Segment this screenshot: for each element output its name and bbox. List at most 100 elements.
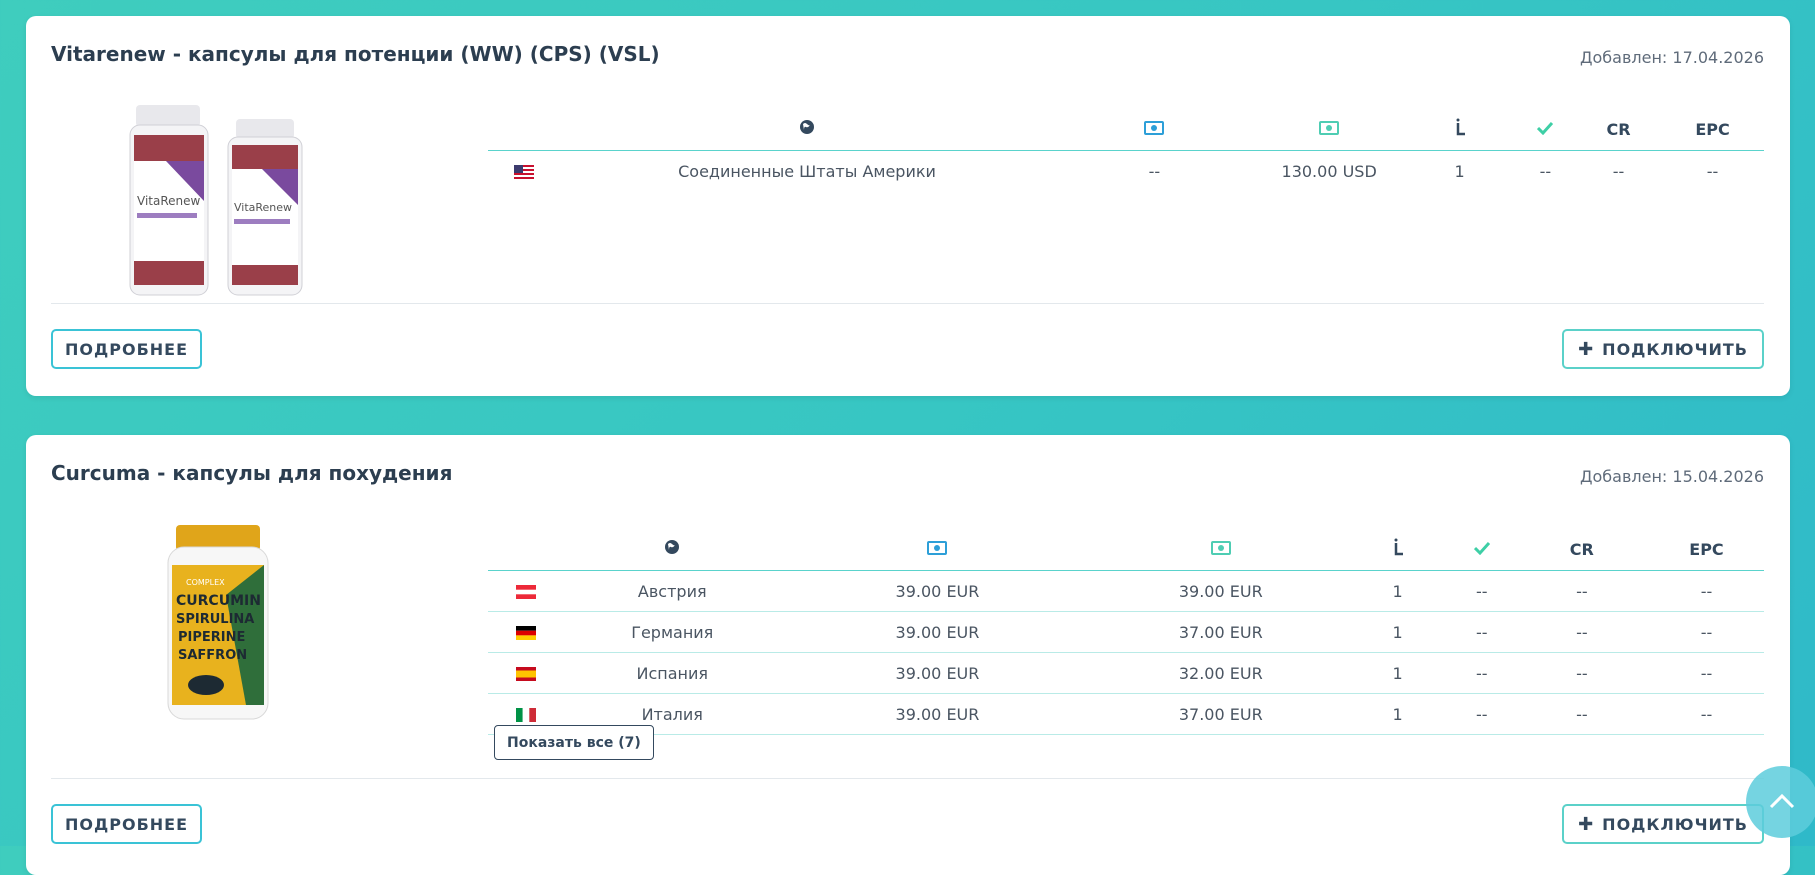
flag-cell — [488, 570, 565, 612]
chevron-up-icon — [1769, 793, 1795, 808]
country-cell: Соединенные Штаты Америки — [678, 161, 936, 181]
payout1-cell: 39.00 EUR — [779, 611, 1096, 653]
approved-header — [1448, 528, 1515, 571]
table-row: Германия 39.00 EUR 37.00 EUR 1 -- -- -- — [488, 611, 1764, 653]
table-row: Италия 39.00 EUR 37.00 EUR 1 -- -- -- — [488, 693, 1764, 735]
flag-header — [488, 528, 565, 571]
epc-cell: -- — [1648, 570, 1764, 612]
flag-it-icon — [516, 708, 537, 722]
svg-text:COMPLEX: COMPLEX — [186, 578, 225, 587]
epc-cell: -- — [1648, 652, 1764, 694]
svg-text:SAFFRON: SAFFRON — [178, 648, 247, 663]
offer-stats-table: CR EPC Австрия 39.00 EUR 39.00 EUR 1 -- … — [488, 528, 1764, 735]
payout1-cell: 39.00 EUR — [779, 693, 1096, 735]
offer-title[interactable]: Vitarenew - капсулы для потенции (WW) (C… — [51, 42, 660, 66]
payout2-cell: 39.00 EUR — [1095, 570, 1347, 612]
payout2-cell: 37.00 EUR — [1095, 611, 1347, 653]
epc-cell: -- — [1706, 161, 1719, 181]
scroll-to-top-button[interactable] — [1746, 766, 1815, 838]
globe-icon — [665, 540, 680, 554]
approved-cell: -- — [1539, 161, 1552, 181]
svg-text:VitaRenew: VitaRenew — [137, 194, 201, 208]
connect-button[interactable]: ✚ ПОДКЛЮЧИТЬ — [1562, 804, 1764, 844]
country-cell: Германия — [564, 611, 780, 653]
svg-text:VitaRenew: VitaRenew — [234, 201, 292, 214]
payout2-cell: 32.00 EUR — [1095, 652, 1347, 694]
approved-header — [1514, 108, 1577, 151]
approved-cell: -- — [1448, 693, 1515, 735]
cr-cell: -- — [1514, 570, 1649, 612]
check-icon — [1473, 541, 1490, 555]
money-icon — [1144, 120, 1165, 135]
payout1-header — [779, 528, 1096, 571]
cr-header: CR — [1576, 108, 1662, 151]
money-icon — [1319, 120, 1340, 135]
plus-icon: ✚ — [1578, 338, 1595, 360]
cr-cell: -- — [1514, 693, 1649, 735]
offer-stats-table: CR EPC Соединенные Штаты Америки -- 130.… — [488, 108, 1764, 191]
payout2-cell: 130.00 USD — [1281, 161, 1377, 181]
epc-cell: -- — [1648, 611, 1764, 653]
lead-header — [1404, 108, 1515, 151]
lead-cell: 1 — [1346, 693, 1449, 735]
cr-cell: -- — [1514, 652, 1649, 694]
money-icon — [927, 540, 948, 555]
country-cell: Испания — [564, 652, 780, 694]
connect-button[interactable]: ✚ ПОДКЛЮЧИТЬ — [1562, 329, 1764, 369]
check-icon — [1537, 121, 1554, 135]
table-row: Испания 39.00 EUR 32.00 EUR 1 -- -- -- — [488, 652, 1764, 694]
added-date: Добавлен: 17.04.2026 — [1579, 48, 1764, 67]
offer-card: Vitarenew - капсулы для потенции (WW) (C… — [26, 16, 1790, 396]
country-header — [564, 528, 780, 571]
approved-cell: -- — [1448, 570, 1515, 612]
epc-cell: -- — [1648, 693, 1764, 735]
approved-cell: -- — [1448, 611, 1515, 653]
lead-cell: 1 — [1346, 570, 1449, 612]
flag-us-icon — [513, 165, 534, 179]
flag-cell — [488, 151, 559, 192]
flag-cell — [488, 652, 565, 694]
cr-header: CR — [1514, 528, 1649, 571]
lead-cell: 1 — [1454, 161, 1465, 181]
globe-icon — [800, 120, 815, 134]
table-row: Соединенные Штаты Америки -- 130.00 USD … — [488, 151, 1764, 192]
country-header — [559, 108, 1055, 151]
payout1-cell: -- — [1148, 161, 1161, 181]
epc-header: EPC — [1648, 528, 1764, 571]
show-all-button[interactable]: Показать все (7) — [494, 725, 654, 760]
product-image: VitaRenew VitaRenew — [129, 105, 303, 296]
divider — [51, 778, 1764, 779]
offer-card: Curcuma - капсулы для похудения Добавлен… — [26, 435, 1790, 875]
approved-cell: -- — [1448, 652, 1515, 694]
payout2-header — [1095, 528, 1347, 571]
product-image: COMPLEX CURCUMIN SPIRULINA PIPERINE SAFF… — [167, 525, 269, 720]
svg-text:SPIRULINA: SPIRULINA — [176, 612, 254, 627]
money-icon — [1210, 540, 1231, 555]
cr-cell: -- — [1514, 611, 1649, 653]
divider — [51, 303, 1764, 304]
svg-text:PIPERINE: PIPERINE — [178, 630, 245, 645]
payout2-cell: 37.00 EUR — [1095, 693, 1347, 735]
lead-cell: 1 — [1346, 652, 1449, 694]
plus-icon: ✚ — [1578, 813, 1595, 835]
offer-title[interactable]: Curcuma - капсулы для похудения — [51, 461, 452, 485]
country-cell: Австрия — [564, 570, 780, 612]
flag-at-icon — [516, 585, 537, 599]
flag-es-icon — [516, 667, 537, 681]
cr-cell: -- — [1612, 161, 1625, 181]
lead-cell: 1 — [1346, 611, 1449, 653]
details-button[interactable]: ПОДРОБНЕЕ — [51, 329, 203, 369]
svg-text:CURCUMIN: CURCUMIN — [176, 593, 261, 609]
table-row: Австрия 39.00 EUR 39.00 EUR 1 -- -- -- — [488, 570, 1764, 612]
epc-header: EPC — [1661, 108, 1764, 151]
added-date: Добавлен: 15.04.2026 — [1579, 467, 1764, 486]
flag-cell — [488, 611, 565, 653]
lead-icon — [1456, 118, 1465, 136]
lead-icon — [1394, 538, 1403, 556]
flag-de-icon — [516, 626, 537, 640]
payout1-cell: 39.00 EUR — [779, 652, 1096, 694]
flag-header — [488, 108, 560, 151]
payout1-header — [1054, 108, 1254, 151]
lead-header — [1346, 528, 1449, 571]
details-button[interactable]: ПОДРОБНЕЕ — [51, 804, 203, 844]
